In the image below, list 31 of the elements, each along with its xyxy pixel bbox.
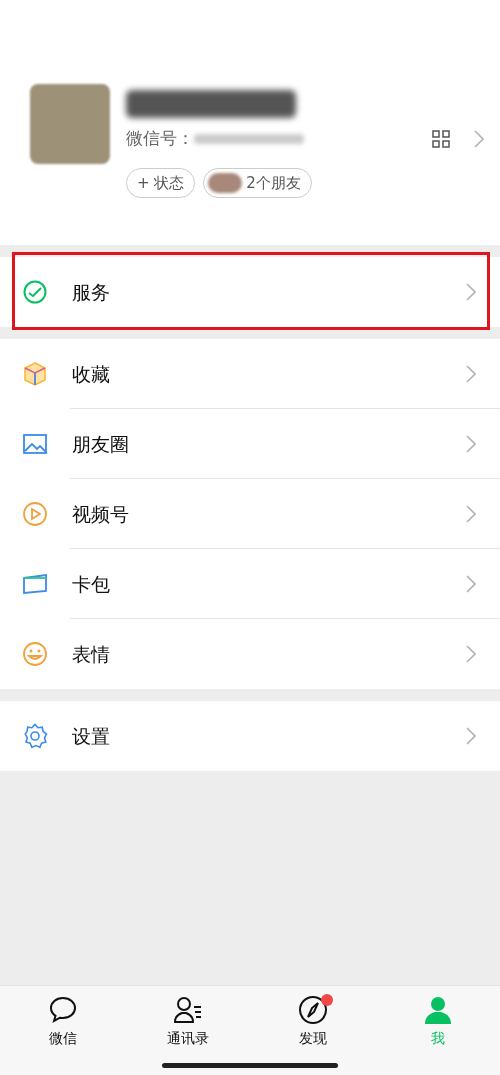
wechat-id-label: 微信号：	[126, 127, 194, 150]
chevron-icon	[466, 727, 476, 745]
friend-avatars	[208, 172, 243, 193]
chevron-icon	[466, 283, 476, 301]
chevron-icon	[474, 129, 484, 148]
tab-item[interactable]: 通讯录	[125, 986, 250, 1075]
tab-item[interactable]: 微信	[0, 986, 125, 1075]
image-icon	[22, 431, 48, 457]
menu-item[interactable]: 服务	[0, 257, 500, 327]
friends-button[interactable]: 2个朋友	[203, 167, 312, 198]
menu-item[interactable]: 卡包	[0, 549, 500, 619]
chat-check-icon	[22, 279, 48, 305]
chevron-icon	[466, 365, 476, 383]
compass-icon	[296, 994, 329, 1026]
menu-item[interactable]: 设置	[0, 701, 500, 771]
menu-item[interactable]: 收藏	[0, 339, 500, 409]
menu-item[interactable]: 朋友圈	[0, 409, 500, 479]
chevron-icon	[466, 645, 476, 663]
smiley-icon	[22, 641, 48, 667]
chevron-icon	[466, 435, 476, 453]
qr-code-icon[interactable]	[432, 129, 450, 148]
play-icon	[22, 501, 48, 527]
chevron-icon	[466, 505, 476, 523]
cube-icon	[22, 361, 48, 387]
person-list-icon	[171, 994, 204, 1026]
menu-item[interactable]: 视频号	[0, 479, 500, 549]
chevron-icon	[466, 575, 476, 593]
settings-icon	[22, 723, 48, 749]
status-button[interactable]: + 状态	[126, 167, 196, 198]
card-icon	[22, 571, 48, 597]
menu-item[interactable]: 表情	[0, 619, 500, 689]
